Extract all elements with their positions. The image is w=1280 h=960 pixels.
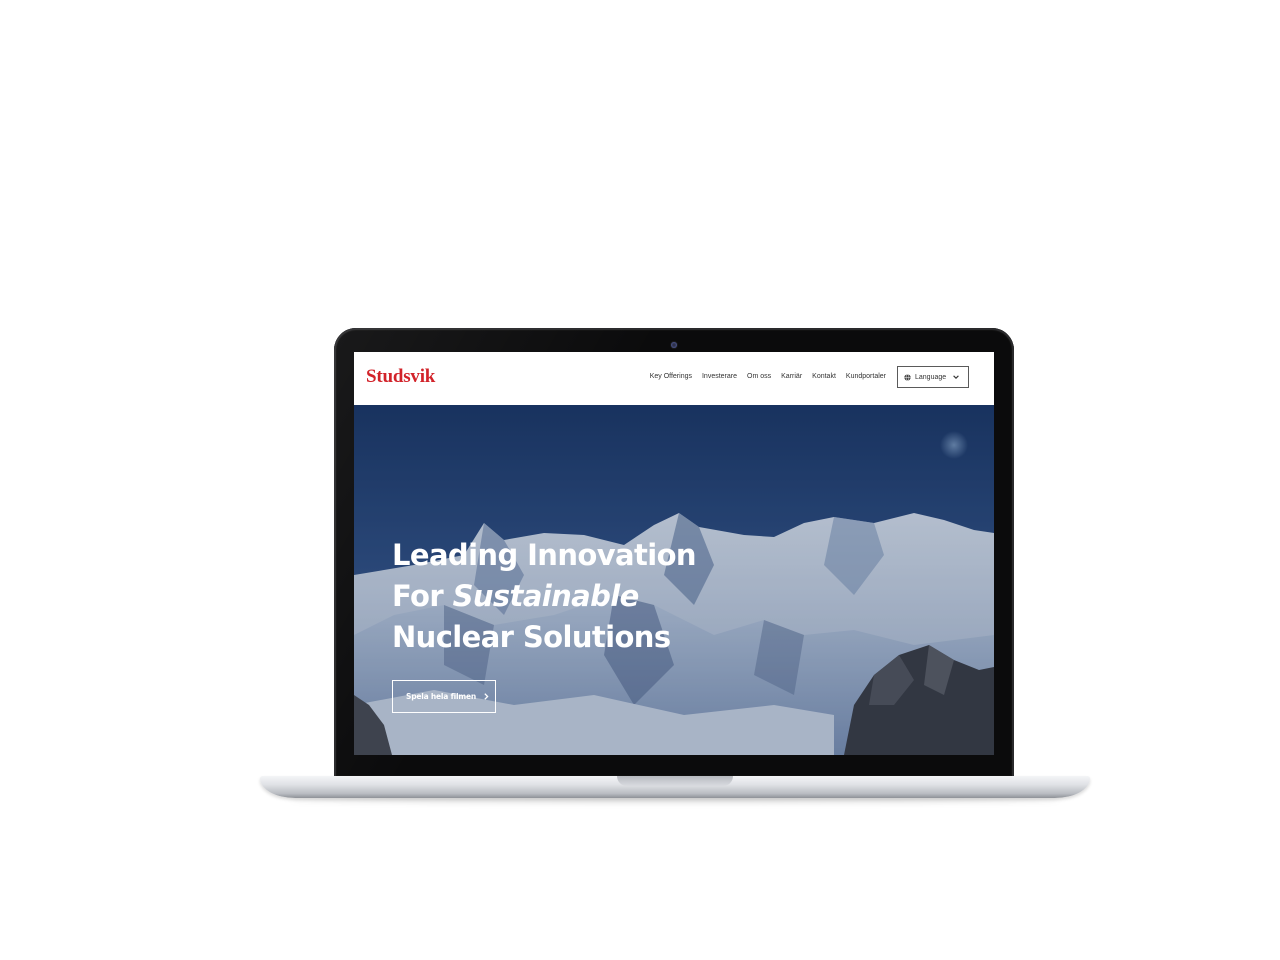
nav-item-kundportaler[interactable]: Kundportaler	[846, 373, 886, 380]
play-film-button[interactable]: Spela hela filmen	[392, 680, 496, 713]
nav-item-karriar[interactable]: Karriär	[781, 373, 802, 380]
main-nav: Key Offerings Investerare Om oss Karriär…	[650, 373, 886, 380]
laptop-mockup-scene: Studsvik Key Offerings Investerare Om os…	[0, 0, 1280, 960]
laptop-screen: Studsvik Key Offerings Investerare Om os…	[354, 352, 994, 755]
hero-headline-emphasis: Sustainable	[452, 579, 640, 613]
site-header: Studsvik Key Offerings Investerare Om os…	[354, 352, 994, 405]
language-selector[interactable]: Language	[897, 366, 969, 388]
play-film-label: Spela hela filmen	[406, 692, 477, 701]
hero-headline-line1: Leading Innovation	[392, 538, 697, 572]
nav-item-kontakt[interactable]: Kontakt	[812, 373, 836, 380]
hero-section: Leading Innovation For Sustainable Nucle…	[354, 405, 994, 755]
nav-item-investerare[interactable]: Investerare	[702, 373, 737, 380]
chevron-right-icon	[484, 693, 489, 700]
chevron-down-icon	[953, 375, 959, 379]
hero-headline-line2-prefix: For	[392, 579, 453, 613]
nav-item-om-oss[interactable]: Om oss	[747, 373, 771, 380]
hero-headline-line3: Nuclear Solutions	[392, 620, 671, 654]
language-label: Language	[915, 373, 947, 381]
studsvik-logo[interactable]: Studsvik	[366, 366, 435, 388]
webcam-icon	[671, 342, 677, 348]
globe-icon	[904, 373, 911, 381]
hero-headline-line2: For Sustainable	[392, 576, 696, 617]
laptop-opening-notch	[617, 776, 733, 786]
nav-item-key-offerings[interactable]: Key Offerings	[650, 373, 692, 380]
hero-headline: Leading Innovation For Sustainable Nucle…	[392, 535, 697, 658]
